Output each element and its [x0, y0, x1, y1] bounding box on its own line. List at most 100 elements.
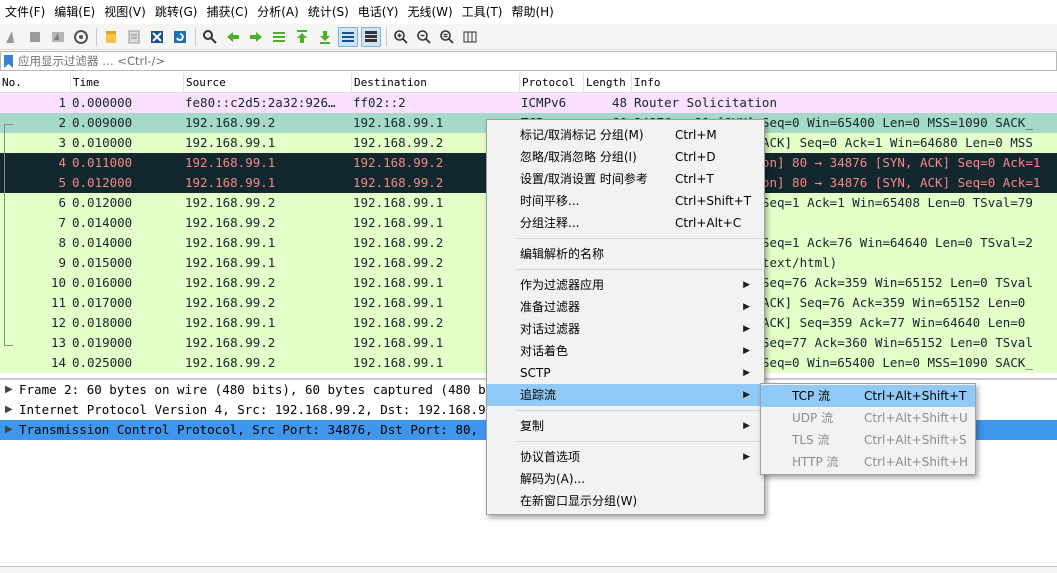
find-icon[interactable]	[200, 27, 220, 47]
display-filter-input[interactable]: 应用显示过滤器 … <Ctrl-/>	[15, 53, 165, 69]
column-header-time[interactable]: Time	[70, 73, 183, 93]
menu-item-label: 忽略/取消忽略 分组(I)	[520, 150, 637, 164]
menu-item-shortcut: Ctrl+D	[675, 150, 716, 164]
menu-item-label: 时间平移...	[520, 194, 580, 208]
capture-options-icon[interactable]	[71, 27, 91, 47]
submenu-arrow-icon: ▶	[743, 452, 750, 462]
expand-arrow-icon[interactable]: ▶	[5, 420, 13, 440]
shark-fin-start-icon[interactable]	[2, 27, 22, 47]
go-forward-icon[interactable]	[246, 27, 266, 47]
follow-stream-submenu: TCP 流 Ctrl+Alt+Shift+T UDP 流 Ctrl+Alt+Shift…	[760, 383, 976, 475]
zoom-in-icon[interactable]	[391, 27, 411, 47]
packet-source: 192.168.99.1	[185, 175, 276, 190]
context-menu-item[interactable]: 设置/取消设置 时间参考 Ctrl+T	[487, 168, 764, 190]
column-header-protocol[interactable]: Protocol	[519, 73, 583, 93]
context-menu-item[interactable]: 协议首选项 ▶	[487, 446, 764, 468]
menu-item-shortcut: Ctrl+Alt+Shift+H	[864, 455, 969, 469]
context-menu-item[interactable]: 对话着色 ▶	[487, 340, 764, 362]
submenu-arrow-icon: ▶	[743, 346, 750, 356]
restart-icon[interactable]	[48, 27, 68, 47]
autoscroll-icon[interactable]	[338, 26, 358, 47]
packet-no: 9	[58, 255, 66, 270]
zoom-reset-icon[interactable]	[437, 27, 457, 47]
open-file-icon[interactable]	[101, 27, 121, 47]
menu-item[interactable]: 工具(T)	[459, 0, 509, 24]
packet-source: 192.168.99.1	[185, 255, 276, 270]
menu-item-shortcut: Ctrl+Alt+Shift+T	[864, 389, 967, 403]
packet-no: 11	[50, 295, 66, 310]
menu-item-label: 解码为(A)...	[520, 472, 586, 486]
context-menu-item[interactable]: 在新窗口显示分组(W)	[487, 490, 764, 512]
go-to-packet-icon[interactable]	[269, 27, 289, 47]
menu-item[interactable]: 跳转(G)	[152, 0, 204, 24]
packet-source: 192.168.99.2	[185, 215, 276, 230]
context-menu-item[interactable]: 解码为(A)...	[487, 468, 764, 490]
menu-item-label: 协议首选项	[520, 450, 581, 464]
context-menu-item[interactable]: SCTP ▶	[487, 362, 764, 384]
menu-item-label: 编辑解析的名称	[520, 247, 605, 261]
context-menu-item[interactable]: 追踪流 ▶	[487, 384, 764, 406]
menu-item[interactable]: 视图(V)	[101, 0, 152, 24]
packet-source: 192.168.99.1	[185, 235, 276, 250]
first-packet-icon[interactable]	[292, 27, 312, 47]
save-file-icon[interactable]	[124, 27, 144, 47]
packet-bytes-pane-divider[interactable]	[0, 566, 1057, 573]
packet-no: 13	[50, 335, 66, 350]
menu-item[interactable]: 帮助(H)	[508, 0, 559, 24]
packet-row[interactable]: 1 0.000000 fe80::c2d5:2a32:926… ff02::2 ICMP…	[0, 93, 1057, 113]
bookmark-icon[interactable]	[1, 52, 15, 70]
packet-source: 192.168.99.2	[185, 115, 276, 130]
packet-no: 8	[58, 235, 66, 250]
zoom-out-icon[interactable]	[414, 27, 434, 47]
expand-arrow-icon[interactable]: ▶	[5, 380, 13, 400]
menu-item-label: 复制	[520, 419, 545, 433]
context-menu-item[interactable]: 复制 ▶	[487, 415, 764, 437]
stop-icon[interactable]	[25, 27, 45, 47]
packet-no: 2	[58, 115, 66, 130]
last-packet-icon[interactable]	[315, 27, 335, 47]
menu-item[interactable]: 分析(A)	[254, 0, 305, 24]
packet-no: 5	[58, 175, 66, 190]
menu-item[interactable]: 电话(Y)	[355, 0, 405, 24]
menu-item[interactable]: 无线(W)	[405, 0, 459, 24]
context-menu-item[interactable]: 准备过滤器 ▶	[487, 296, 764, 318]
menu-item[interactable]: 统计(S)	[305, 0, 355, 24]
menu-bar: 文件(F) 编辑(E) 视图(V) 跳转(G) 捕获(C) 分析(A) 统计(S) 电话(Y)…	[0, 0, 1057, 24]
context-menu-item[interactable]: 作为过滤器应用 ▶	[487, 274, 764, 296]
context-menu-item[interactable]: 时间平移... Ctrl+Shift+T	[487, 190, 764, 212]
context-menu-item[interactable]: 忽略/取消忽略 分组(I) Ctrl+D	[487, 146, 764, 168]
menu-item-shortcut: Ctrl+M	[675, 128, 717, 142]
expand-arrow-icon[interactable]: ▶	[5, 400, 13, 420]
context-menu-item[interactable]: 分组注释... Ctrl+Alt+C	[487, 212, 764, 234]
colorize-icon[interactable]	[361, 26, 381, 47]
packet-no: 4	[58, 155, 66, 170]
menu-item[interactable]: 编辑(E)	[51, 0, 101, 24]
context-menu-item[interactable]: 标记/取消标记 分组(M) Ctrl+M	[487, 124, 764, 146]
toolbar-separator	[195, 27, 196, 46]
go-back-icon[interactable]	[223, 27, 243, 47]
menu-item-label: 对话过滤器	[520, 322, 581, 336]
reload-icon[interactable]	[170, 27, 190, 47]
submenu-arrow-icon: ▶	[743, 390, 750, 400]
column-header-destination[interactable]: Destination	[351, 73, 519, 93]
context-menu: 标记/取消标记 分组(M) Ctrl+M 忽略/取消忽略 分组(I) Ctrl+D 设置…	[486, 119, 765, 515]
follow-stream-item[interactable]: TCP 流 Ctrl+Alt+Shift+T	[761, 385, 975, 407]
menu-item[interactable]: 捕获(C)	[203, 0, 254, 24]
menu-item[interactable]: 文件(F)	[2, 0, 51, 24]
column-header-source[interactable]: Source	[183, 73, 351, 93]
resize-columns-icon[interactable]	[460, 27, 480, 47]
menu-item-label: 追踪流	[520, 388, 557, 402]
column-header-info[interactable]: Info	[631, 73, 1057, 93]
menu-item-shortcut: Ctrl+Alt+Shift+S	[864, 433, 967, 447]
packet-time: 0.000000	[72, 95, 133, 110]
submenu-arrow-icon: ▶	[743, 280, 750, 290]
context-menu-item[interactable]: 编辑解析的名称	[487, 243, 764, 265]
close-file-icon[interactable]	[147, 27, 167, 47]
menu-item-label: SCTP	[520, 366, 551, 380]
packet-time: 0.011000	[72, 155, 133, 170]
context-menu-item[interactable]: 对话过滤器 ▶	[487, 318, 764, 340]
column-header-length[interactable]: Length	[583, 73, 631, 93]
packet-length: 48	[611, 95, 627, 110]
column-header-no[interactable]: No.	[0, 73, 70, 93]
packet-source: 192.168.99.2	[185, 355, 276, 370]
